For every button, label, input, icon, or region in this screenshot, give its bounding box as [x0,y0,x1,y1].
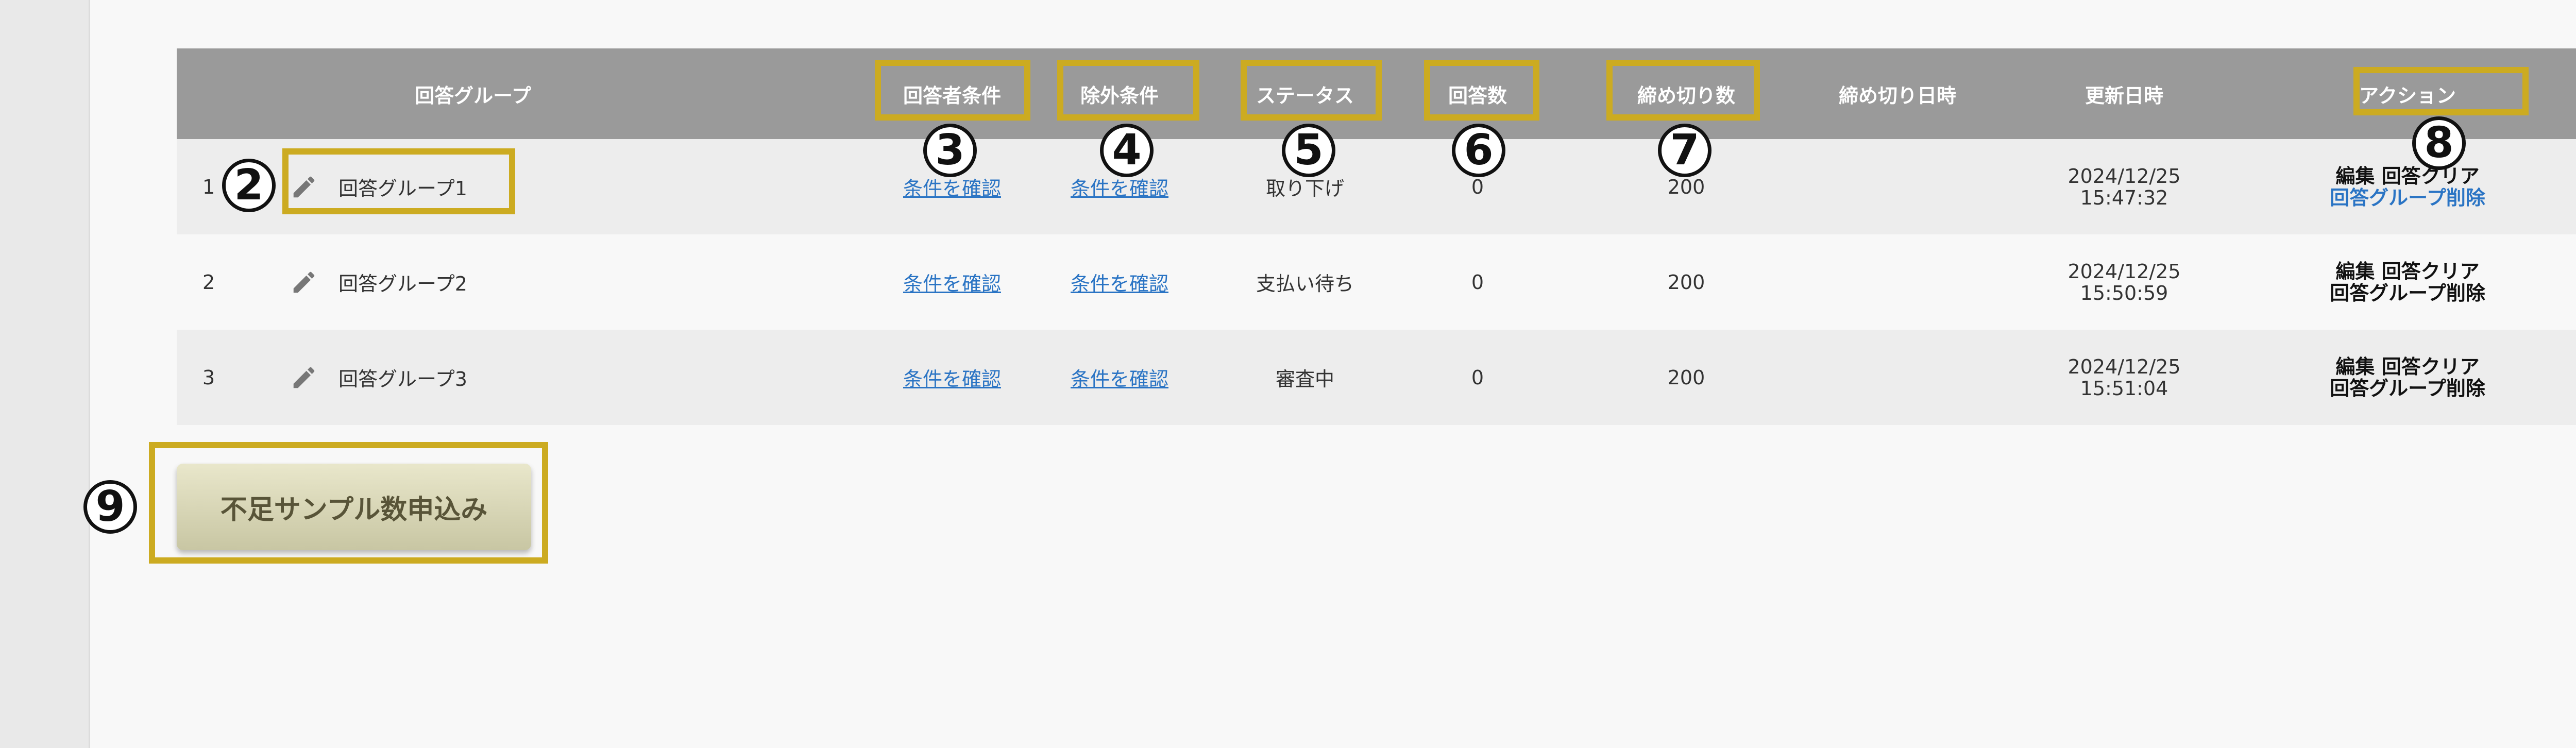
clear-answers-action[interactable]: 回答クリア [2382,260,2480,283]
edit-action[interactable]: 編集 [2335,355,2375,378]
updated-time: 15:47:32 [2080,186,2168,209]
answer-count: 0 [1471,270,1484,294]
group-name: 回答グループ2 [338,273,467,295]
updated-time: 15:50:59 [2080,281,2168,304]
header-updated-at: 更新日時 [2084,84,2163,107]
table-row: 1 回答グループ1 条件を確認 条件を確認 取り下げ 0 200 2024/12… [177,139,2576,234]
updated-at: 2024/12/25 15:47:32 [2042,139,2207,234]
group-name-cell[interactable]: 回答グループ1 [290,139,548,234]
pencil-icon[interactable] [290,173,318,201]
table-row: 3 回答グループ3 条件を確認 条件を確認 審査中 0 200 2024/12/… [177,330,2576,425]
table-row: 2 回答グループ2 条件を確認 条件を確認 支払い待ち 0 200 2024/1… [177,234,2576,330]
delete-group-action[interactable]: 回答グループ削除 [2330,378,2485,399]
actions-cell: 編集 回答クリア 回答グループ削除 [2304,330,2511,425]
answer-count: 0 [1471,366,1484,389]
group-name-cell[interactable]: 回答グループ2 [290,234,548,330]
updated-date: 2024/12/25 [2067,260,2181,283]
edit-action[interactable]: 編集 [2335,260,2375,283]
group-name: 回答グループ3 [338,368,467,390]
group-name: 回答グループ1 [338,177,467,200]
marker-6: 6 [1452,124,1505,177]
updated-at: 2024/12/25 15:51:04 [2042,330,2207,425]
marker-7: 7 [1658,124,1711,177]
marker-5: 5 [1282,124,1335,177]
marker-9: 9 [83,480,137,534]
clear-answers-action[interactable]: 回答クリア [2382,355,2480,378]
updated-date: 2024/12/25 [2067,164,2181,188]
pencil-icon[interactable] [290,364,318,392]
group-name-cell[interactable]: 回答グループ3 [290,330,548,425]
respondent-conditions-link[interactable]: 条件を確認 [903,363,1001,392]
updated-date: 2024/12/25 [2067,355,2181,378]
request-missing-samples-button[interactable]: 不足サンプル数申込み [177,464,531,550]
status-text: 審査中 [1275,368,1334,390]
status-text: 支払い待ち [1256,273,1354,295]
marker-8: 8 [2412,116,2466,170]
exclusion-conditions-link[interactable]: 条件を確認 [1071,363,1168,392]
actions-cell: 編集 回答クリア 回答グループ削除 [2304,139,2511,234]
delete-group-action[interactable]: 回答グループ削除 [2330,187,2485,209]
row-index: 2 [202,270,215,294]
delete-group-action[interactable]: 回答グループ削除 [2330,282,2485,304]
marker-3: 3 [923,124,977,177]
cutoff-count: 200 [1667,366,1705,389]
cutoff-datetime [1815,139,1980,234]
exclusion-conditions-link[interactable]: 条件を確認 [1071,173,1168,201]
cutoff-count: 200 [1667,270,1705,294]
row-index: 3 [202,366,215,389]
marker-4: 4 [1100,124,1154,177]
left-rail [0,0,90,748]
table-header: 回答グループ 回答者条件 除外条件 ステータス 回答数 締め切り数 締め切り日時… [177,48,2576,139]
cutoff-datetime [1815,234,1980,330]
updated-time: 15:51:04 [2080,377,2168,400]
cutoff-datetime [1815,330,1980,425]
respondent-conditions-link[interactable]: 条件を確認 [903,268,1001,296]
edit-action[interactable]: 編集 [2335,165,2375,188]
actions-cell: 編集 回答クリア 回答グループ削除 [2304,234,2511,330]
answer-group-table: 回答グループ 回答者条件 除外条件 ステータス 回答数 締め切り数 締め切り日時… [177,48,2576,425]
updated-at: 2024/12/25 15:50:59 [2042,234,2207,330]
marker-2: 2 [222,159,276,212]
header-cutoff-datetime: 締め切り日時 [1838,84,1956,107]
exclusion-conditions-link[interactable]: 条件を確認 [1071,268,1168,296]
header-actions: アクション [2359,84,2456,107]
header-group: 回答グループ [415,84,531,107]
pencil-icon[interactable] [290,268,318,296]
